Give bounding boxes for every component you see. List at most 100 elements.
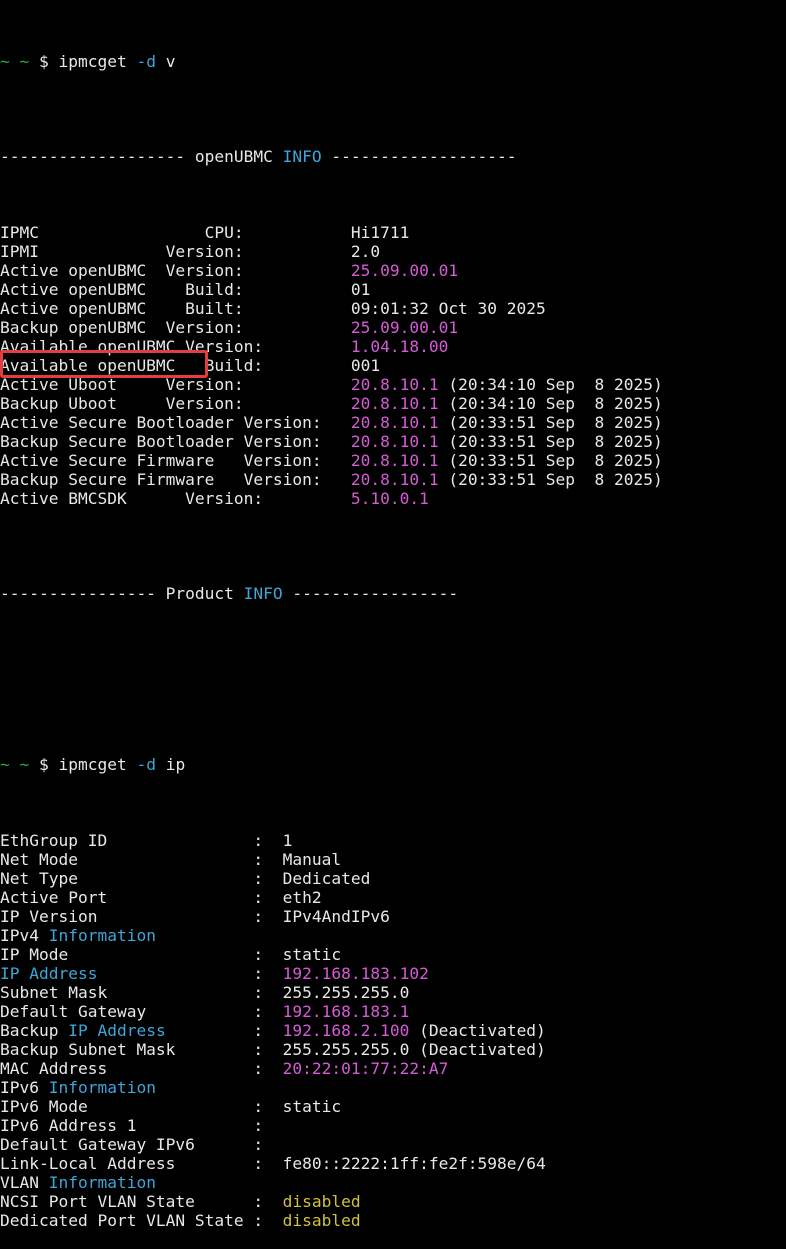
version-row: Backup openUBMC Version: 25.09.00.01: [0, 318, 786, 337]
ip-value: static: [282, 1097, 342, 1116]
footer-keyword: INFO: [243, 584, 283, 603]
ip-row-gateway: Default Gateway : 192.168.183.1: [0, 1002, 410, 1021]
version-row: Available openUBMC Build: 001: [0, 356, 786, 375]
ip-value: 192.168.2.100: [282, 1021, 410, 1040]
ip-row-backupip: Backup IP Address : 192.168.2.100 (Deact…: [0, 1021, 546, 1040]
version-row: Active BMCSDK Version: 5.10.0.1: [0, 489, 786, 508]
ip-row-ethgroup: EthGroup ID : 1: [0, 831, 293, 850]
section-prefix: VLAN: [0, 1173, 39, 1192]
ip-value: 192.168.183.1: [282, 1002, 410, 1021]
version-value: 20.8.10.1: [350, 432, 439, 451]
ip-label: IP Version: [0, 907, 98, 926]
ip-value: Manual: [282, 850, 342, 869]
ip-value: 1: [282, 831, 293, 850]
version-value: 2.0: [350, 242, 381, 261]
terminal-output: ~ ~ $ ipmcget -d v ------------------- o…: [0, 0, 786, 1249]
version-label: IPMI Version:: [0, 242, 244, 261]
ip-row-ncsivlan: NCSI Port VLAN State : disabled: [0, 1192, 361, 1211]
command-flag: -d: [136, 52, 156, 71]
ip-row-subnet: Subnet Mask : 255.255.255.0: [0, 983, 410, 1002]
version-value: 20.8.10.1: [350, 413, 439, 432]
ip-row-dedvlan: Dedicated Port VLAN State : disabled: [0, 1211, 361, 1230]
version-label: Available openUBMC Version:: [0, 337, 264, 356]
ip-label: Backup Subnet Mask: [0, 1040, 176, 1059]
ip-row-ipv4-section: IPv4 Information: [0, 926, 786, 945]
section-keyword: Information: [48, 926, 156, 945]
header-dashes-left: ------------------- openUBMC: [0, 147, 273, 166]
version-extra: (20:34:10 Sep 8 2025): [438, 394, 663, 413]
ip-row-netmode: Net Mode : Manual: [0, 850, 342, 869]
section-prefix: IPv4: [0, 926, 39, 945]
version-row: Backup Secure Bootloader Version: 20.8.1…: [0, 432, 786, 451]
version-extra: (20:33:51 Sep 8 2025): [438, 470, 663, 489]
ip-label: NCSI Port VLAN State: [0, 1192, 195, 1211]
ip-value: static: [282, 945, 342, 964]
ip-row-ipversion: IP Version : IPv4AndIPv6: [0, 907, 390, 926]
version-header: ------------------- openUBMC INFO ------…: [0, 147, 786, 166]
version-label: Active openUBMC Build:: [0, 280, 244, 299]
ip-value: 255.255.255.0: [282, 1040, 410, 1059]
command-arg: ip: [165, 755, 186, 774]
version-value: 01: [350, 280, 371, 299]
ip-label: IPv6 Mode: [0, 1097, 88, 1116]
ip-label: Link-Local Address: [0, 1154, 176, 1173]
ip-label-keyword: IP Address: [68, 1021, 166, 1040]
ip-label: Active Port: [0, 888, 108, 907]
ip-row-mac: MAC Address : 20:22:01:77:22:A7: [0, 1059, 449, 1078]
product-footer: ---------------- Product INFO ----------…: [0, 584, 786, 603]
version-value: 20.8.10.1: [350, 394, 439, 413]
command-flag: -d: [136, 755, 156, 774]
ip-value: eth2: [282, 888, 322, 907]
prompt-symbol: ~ ~: [0, 755, 30, 774]
version-value: 20.8.10.1: [350, 375, 439, 394]
version-extra: (20:34:10 Sep 8 2025): [438, 375, 663, 394]
version-value: 1.04.18.00: [350, 337, 449, 356]
ip-row-backupsubnet: Backup Subnet Mask : 255.255.255.0 (Deac…: [0, 1040, 546, 1059]
version-row: Active openUBMC Built: 09:01:32 Oct 30 2…: [0, 299, 786, 318]
ip-value: disabled: [282, 1211, 361, 1230]
version-row: Backup Secure Firmware Version: 20.8.10.…: [0, 470, 786, 489]
ip-label: Dedicated Port VLAN State: [0, 1211, 244, 1230]
version-value: 25.09.00.01: [350, 261, 459, 280]
ip-value: Dedicated: [282, 869, 371, 888]
ip-value: fe80::2222:1ff:fe2f:598e/64: [282, 1154, 546, 1173]
ip-value: 20:22:01:77:22:A7: [282, 1059, 449, 1078]
ip-row-linklocal: Link-Local Address : fe80::2222:1ff:fe2f…: [0, 1154, 546, 1173]
version-label: Active openUBMC Version:: [0, 261, 244, 280]
ip-row-nettype: Net Type : Dedicated: [0, 869, 371, 888]
version-label: Active Secure Bootloader Version:: [0, 413, 322, 432]
version-row: Active Uboot Version: 20.8.10.1 (20:34:1…: [0, 375, 786, 394]
ip-extra: (Deactivated): [419, 1021, 546, 1040]
ip-label: MAC Address: [0, 1059, 108, 1078]
prompt-symbol: ~ ~: [0, 52, 30, 71]
section-keyword: Information: [48, 1078, 156, 1097]
version-label: Backup openUBMC Version:: [0, 318, 244, 337]
command-name: ipmcget: [58, 755, 127, 774]
version-value: 09:01:32 Oct 30 2025: [350, 299, 546, 318]
version-value: 20.8.10.1: [350, 451, 439, 470]
ip-extra: (Deactivated): [419, 1040, 546, 1059]
version-value: 25.09.00.01: [350, 318, 459, 337]
ip-label: IPv6 Address 1: [0, 1116, 137, 1135]
ip-label: Default Gateway: [0, 1002, 147, 1021]
ip-label: IP Mode: [0, 945, 69, 964]
version-rows: IPMC CPU: Hi1711 IPMI Version: 2.0 Active …: [0, 223, 786, 508]
prompt-dollar: $: [39, 755, 49, 774]
prompt-line-2: ~ ~ $ ipmcget -d ip: [0, 755, 786, 774]
ip-label: EthGroup ID: [0, 831, 108, 850]
section-prefix: IPv6: [0, 1078, 39, 1097]
ip-row-ipaddress: IP Address : 192.168.183.102: [0, 964, 429, 983]
version-row: IPMI Version: 2.0: [0, 242, 786, 261]
ip-row-ipv6mode: IPv6 Mode : static: [0, 1097, 342, 1116]
header-keyword: INFO: [282, 147, 322, 166]
version-row: Active Secure Bootloader Version: 20.8.1…: [0, 413, 786, 432]
version-label: Active openUBMC Built:: [0, 299, 244, 318]
version-label: Active Secure Firmware Version:: [0, 451, 322, 470]
ip-label: Subnet Mask: [0, 983, 108, 1002]
ip-label-prefix: Backup: [0, 1021, 59, 1040]
ip-label: Default Gateway IPv6: [0, 1135, 195, 1154]
ip-row-activeport: Active Port : eth2: [0, 888, 322, 907]
command-name: ipmcget: [58, 52, 127, 71]
ip-row-gwipv6: Default Gateway IPv6 :: [0, 1135, 264, 1154]
